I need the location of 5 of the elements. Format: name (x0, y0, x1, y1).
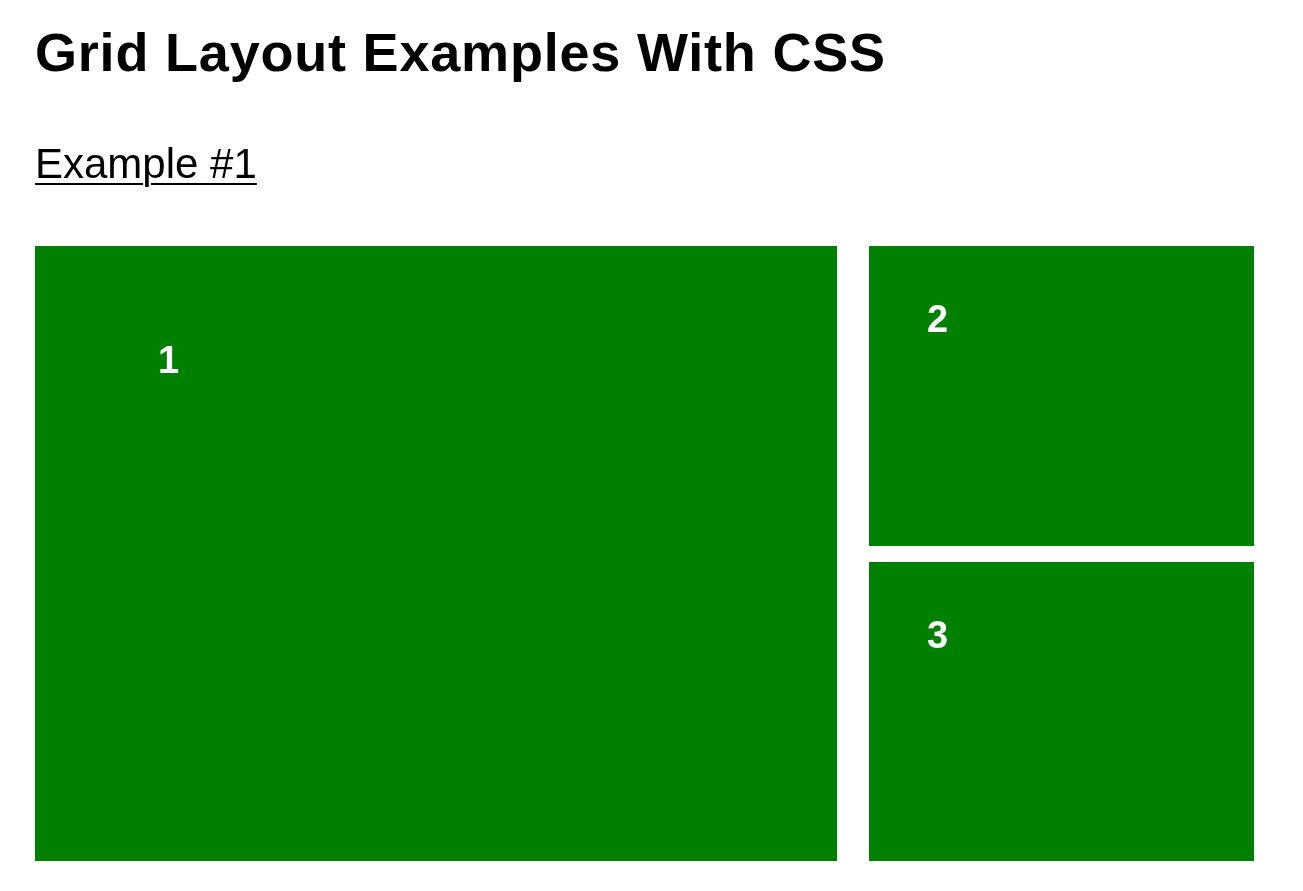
item-number: 3 (927, 614, 949, 656)
item-number: 1 (158, 339, 180, 381)
example-link[interactable]: Example #1 (35, 140, 257, 187)
item-number: 2 (927, 298, 949, 340)
page-title: Grid Layout Examples With CSS (35, 21, 887, 84)
